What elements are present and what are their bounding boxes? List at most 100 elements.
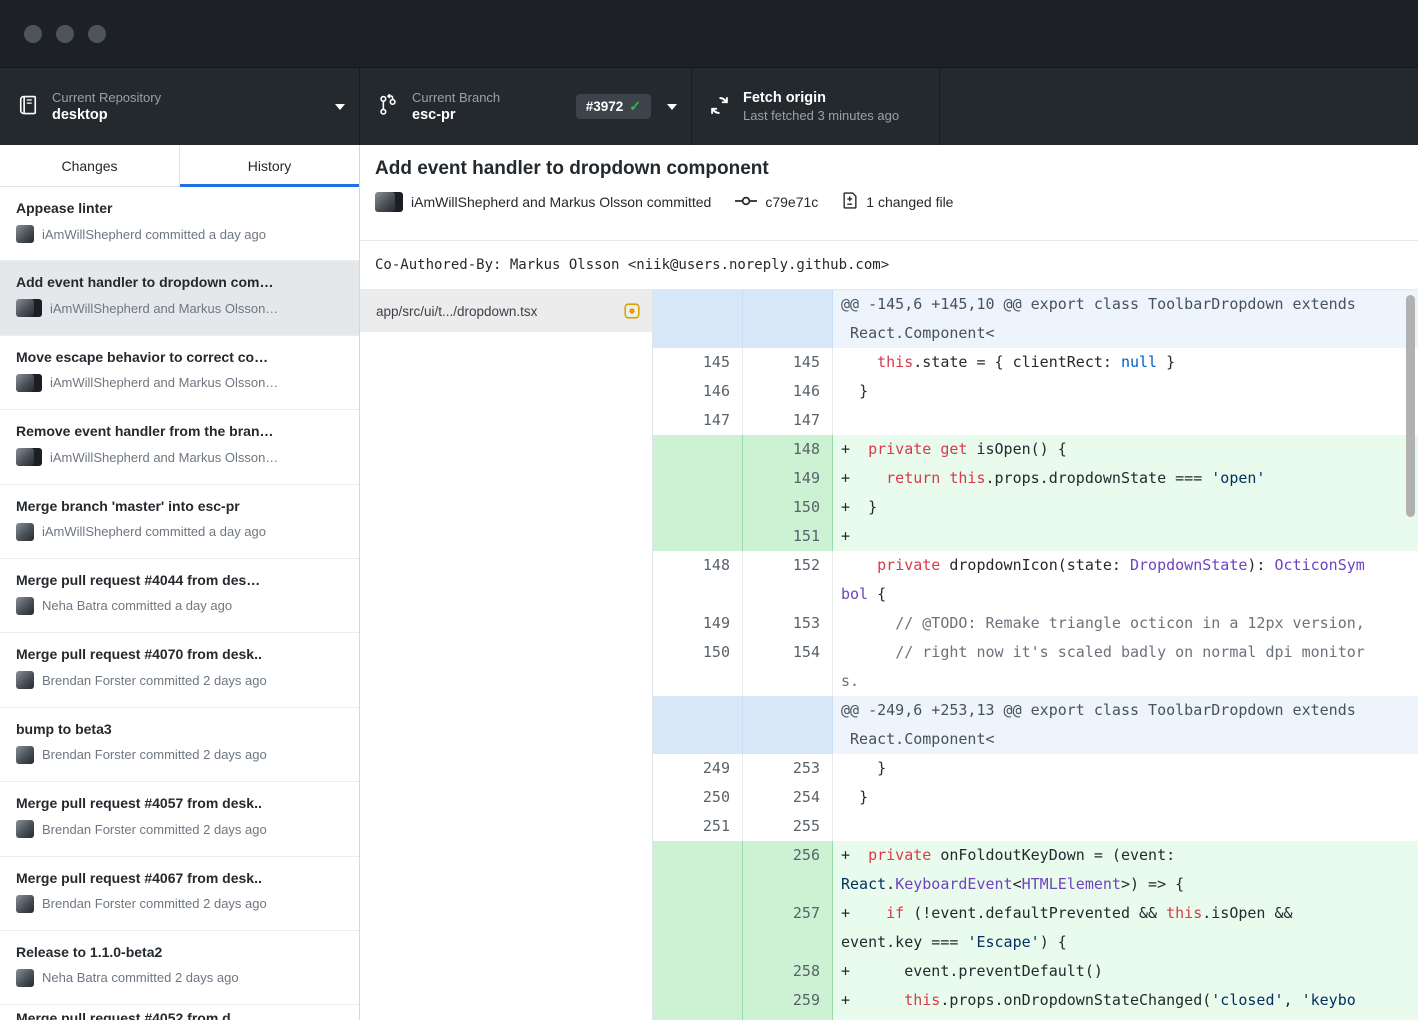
diff-added-line: 150+ } xyxy=(653,493,1418,522)
avatar xyxy=(16,523,34,541)
old-line-number xyxy=(653,957,743,986)
tab-history[interactable]: History xyxy=(179,145,359,186)
commit-list-item[interactable]: bump to beta3Brendan Forster committed 2… xyxy=(0,708,359,782)
diff-scrollbar[interactable] xyxy=(1406,295,1415,517)
commit-list-item[interactable]: Merge pull request #4057 from desk..Bren… xyxy=(0,782,359,856)
commit-list-title: Merge pull request #4067 from desk.. xyxy=(16,869,343,887)
repo-icon xyxy=(18,95,38,118)
commit-list-item[interactable]: Merge branch 'master' into esc-priAmWill… xyxy=(0,485,359,559)
close-window-button[interactable] xyxy=(24,25,42,43)
commit-list-byline-text: Neha Batra committed a day ago xyxy=(42,598,232,613)
commit-list-item[interactable]: Appease linter iAmWillShepherd committed … xyxy=(0,187,359,261)
commit-list-item[interactable]: Merge pull request #4070 from desk..Bren… xyxy=(0,633,359,707)
toolbar: Current Repository desktop Current Branc… xyxy=(0,68,1418,145)
commit-list-byline: Neha Batra committed a day ago xyxy=(16,597,343,615)
avatar xyxy=(16,299,42,317)
diff-hunk-header: @@ -145,6 +145,10 @@ export class Toolba… xyxy=(653,290,1418,348)
commit-list-title: Merge pull request #4052 from d… xyxy=(16,1009,343,1020)
commit-list-byline: Brendan Forster committed 2 days ago xyxy=(16,671,343,689)
commit-list-item[interactable]: Merge pull request #4052 from d… xyxy=(0,1005,359,1020)
changed-files-group: 1 changed file xyxy=(842,192,953,212)
commit-list-item[interactable]: Merge pull request #4044 from des…Neha B… xyxy=(0,559,359,633)
commit-list-byline: Brendan Forster committed 2 days ago xyxy=(16,820,343,838)
diff-code: + xyxy=(833,522,1418,551)
commit-byline: iAmWillShepherd and Markus Olsson commit… xyxy=(411,194,711,210)
new-line-number: 258 xyxy=(743,957,833,986)
sync-icon xyxy=(710,96,729,118)
current-branch-label: Current Branch xyxy=(412,90,500,105)
commit-list-title: Remove event handler from the bran… xyxy=(16,422,343,440)
commit-sha-group: c79e71c xyxy=(735,194,818,211)
avatar xyxy=(16,969,34,987)
commit-list-byline-text: Brendan Forster committed 2 days ago xyxy=(42,896,267,911)
commit-list-byline: Brendan Forster committed 2 days ago xyxy=(16,895,343,913)
old-line-number xyxy=(653,522,743,551)
commit-list-byline: iAmWillShepherd committed a day ago xyxy=(16,225,343,243)
commit-authors: iAmWillShepherd and Markus Olsson commit… xyxy=(375,192,711,212)
changed-files-count: 1 changed file xyxy=(866,194,953,210)
avatar xyxy=(16,746,34,764)
diff-context-line: 250254 } xyxy=(653,783,1418,812)
commit-title: Add event handler to dropdown component xyxy=(375,158,1418,180)
diff-code: + return this.props.dropdownState === 'o… xyxy=(833,464,1418,493)
diff-code: this.state = { clientRect: null } xyxy=(833,348,1418,377)
commit-list-item[interactable]: Move escape behavior to correct co…iAmWi… xyxy=(0,336,359,410)
commit-list-byline: iAmWillShepherd committed a day ago xyxy=(16,523,343,541)
diff-code: @@ -145,6 +145,10 @@ export class Toolba… xyxy=(833,290,1418,348)
avatar xyxy=(16,225,34,243)
current-repository-value: desktop xyxy=(52,107,161,123)
diff-view: @@ -145,6 +145,10 @@ export class Toolba… xyxy=(653,290,1418,1020)
diff-context-line: 145145 this.state = { clientRect: null } xyxy=(653,348,1418,377)
diff-context-line: 147147 xyxy=(653,406,1418,435)
avatar xyxy=(16,671,34,689)
commit-list-byline-text: Brendan Forster committed 2 days ago xyxy=(42,747,267,762)
avatar xyxy=(375,192,403,212)
git-branch-icon xyxy=(378,94,398,119)
window-controls xyxy=(24,25,106,43)
new-line-number xyxy=(743,290,833,348)
current-repository-label: Current Repository xyxy=(52,90,161,105)
diff-code xyxy=(833,812,1418,841)
avatar xyxy=(16,820,34,838)
file-list-item[interactable]: app/src/ui/t.../dropdown.tsx xyxy=(360,290,652,332)
diff-added-line: 256+ private onFoldoutKeyDown = (event: … xyxy=(653,841,1418,899)
commit-list-item[interactable]: Merge pull request #4067 from desk.. Bren… xyxy=(0,857,359,931)
old-line-number: 147 xyxy=(653,406,743,435)
old-line-number xyxy=(653,464,743,493)
current-branch-button[interactable]: Current Branch esc-pr #3972 ✓ xyxy=(360,68,692,145)
diff-code: + event.preventDefault() xyxy=(833,957,1418,986)
tab-changes[interactable]: Changes xyxy=(0,145,179,186)
commit-list-byline-text: Brendan Forster committed 2 days ago xyxy=(42,673,267,688)
new-line-number: 254 xyxy=(743,783,833,812)
old-line-number xyxy=(653,986,743,1020)
commit-list-title: Appease linter xyxy=(16,199,343,217)
avatar xyxy=(16,597,34,615)
changed-files-panel: app/src/ui/t.../dropdown.tsx xyxy=(360,290,653,1020)
avatar xyxy=(16,969,34,987)
commit-list-byline-text: iAmWillShepherd and Markus Olsson… xyxy=(50,301,278,316)
chevron-down-icon xyxy=(335,104,345,110)
new-line-number: 154 xyxy=(743,638,833,696)
diff-file-icon xyxy=(842,192,858,212)
diff-code: @@ -249,6 +253,13 @@ export class Toolba… xyxy=(833,696,1418,754)
commit-sha: c79e71c xyxy=(765,194,818,210)
commit-list-byline: iAmWillShepherd and Markus Olsson… xyxy=(16,299,343,317)
diff-context-line: 251255 xyxy=(653,812,1418,841)
minimize-window-button[interactable] xyxy=(56,25,74,43)
new-line-number: 256 xyxy=(743,841,833,899)
diff-hunk-header: @@ -249,6 +253,13 @@ export class Toolba… xyxy=(653,696,1418,754)
pull-request-badge: #3972 ✓ xyxy=(576,94,651,119)
diff-code: // right now it's scaled badly on normal… xyxy=(833,638,1418,696)
old-line-number xyxy=(653,493,743,522)
commit-list-item[interactable]: Remove event handler from the bran…iAmWi… xyxy=(0,410,359,484)
avatar xyxy=(16,671,34,689)
zoom-window-button[interactable] xyxy=(88,25,106,43)
avatar xyxy=(16,374,34,392)
current-repository-button[interactable]: Current Repository desktop xyxy=(0,68,360,145)
new-line-number: 148 xyxy=(743,435,833,464)
fetch-origin-button[interactable]: Fetch origin Last fetched 3 minutes ago xyxy=(692,68,940,145)
commit-list-item[interactable]: Add event handler to dropdown com…iAmWil… xyxy=(0,261,359,335)
diff-context-line: 150154 // right now it's scaled badly on… xyxy=(653,638,1418,696)
old-line-number: 251 xyxy=(653,812,743,841)
commit-list-item[interactable]: Release to 1.1.0-beta2Neha Batra committ… xyxy=(0,931,359,1005)
